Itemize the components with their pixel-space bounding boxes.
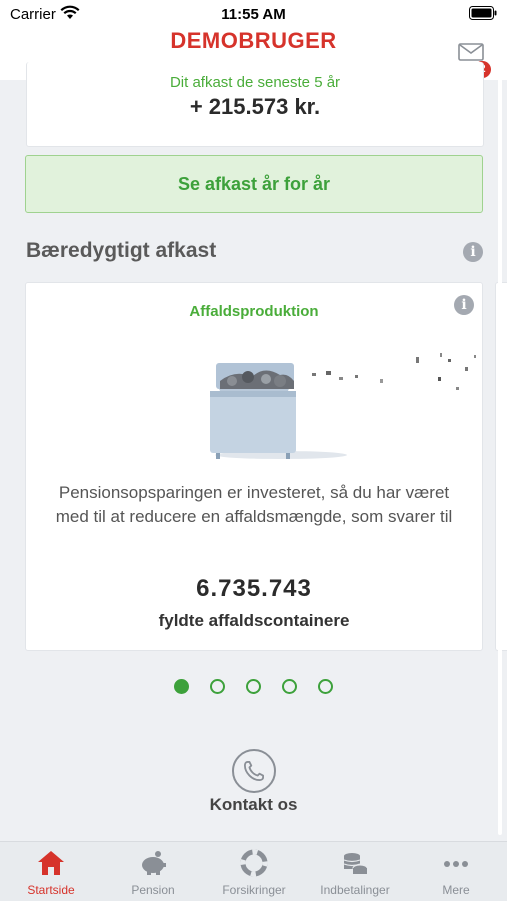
page-dot[interactable] bbox=[318, 679, 333, 694]
scrollbar[interactable] bbox=[498, 70, 502, 835]
tab-label: Pension bbox=[131, 883, 175, 897]
piggy-bank-icon bbox=[142, 851, 166, 875]
tab-label: Indbetalinger bbox=[320, 883, 390, 897]
tab-indbetalinger[interactable]: Indbetalinger bbox=[304, 842, 406, 901]
card-unit: fyldte affaldscontainere bbox=[158, 611, 350, 630]
tab-label: Forsikringer bbox=[222, 883, 286, 897]
card-description: Pensionsopsparingen er investeret, så du… bbox=[55, 483, 453, 526]
tab-label: Mere bbox=[442, 883, 470, 897]
tab-bar: Startside Pension Forsikringer Indbetali… bbox=[0, 841, 507, 901]
section-title: Bæredygtigt afkast bbox=[26, 239, 217, 262]
page-title: DEMOBRUGER bbox=[170, 28, 337, 53]
card-info-icon[interactable]: i bbox=[454, 295, 474, 315]
card-number: 6.735.743 bbox=[196, 575, 312, 602]
tab-pension[interactable]: Pension bbox=[102, 842, 204, 901]
info-icon[interactable]: i bbox=[463, 242, 483, 262]
battery-icon bbox=[469, 6, 497, 20]
tab-forsikringer[interactable]: Forsikringer bbox=[203, 842, 305, 901]
returns-value: + 215.573 kr. bbox=[189, 94, 321, 119]
contact-label[interactable]: Kontakt os bbox=[0, 795, 507, 815]
clock: 11:55 AM bbox=[221, 6, 286, 23]
tab-startside[interactable]: Startside bbox=[0, 842, 102, 901]
tab-label: Startside bbox=[27, 883, 75, 897]
coins-icon bbox=[343, 853, 368, 874]
dumpster-illustration bbox=[210, 353, 476, 459]
phone-icon[interactable] bbox=[232, 749, 276, 793]
sustainability-card[interactable]: Affaldsproduktion i Pensionsopsparingen … bbox=[25, 282, 483, 651]
card-title: Affaldsproduktion bbox=[189, 303, 319, 320]
page-dot[interactable] bbox=[282, 679, 297, 694]
page-dot-active[interactable] bbox=[174, 679, 189, 694]
returns-label: Dit afkast de seneste 5 år bbox=[169, 74, 341, 91]
returns-card: Dit afkast de seneste 5 år + 215.573 kr. bbox=[26, 62, 484, 147]
lifebuoy-icon bbox=[240, 849, 268, 877]
status-bar: Carrier 11:55 AM bbox=[0, 0, 507, 28]
tab-mere[interactable]: Mere bbox=[405, 842, 507, 901]
returns-year-button[interactable]: Se afkast år for år bbox=[25, 155, 483, 213]
page-dot[interactable] bbox=[210, 679, 225, 694]
more-icon bbox=[444, 861, 468, 867]
mail-icon[interactable] bbox=[458, 42, 484, 62]
page-dot[interactable] bbox=[246, 679, 261, 694]
home-icon bbox=[38, 851, 64, 875]
